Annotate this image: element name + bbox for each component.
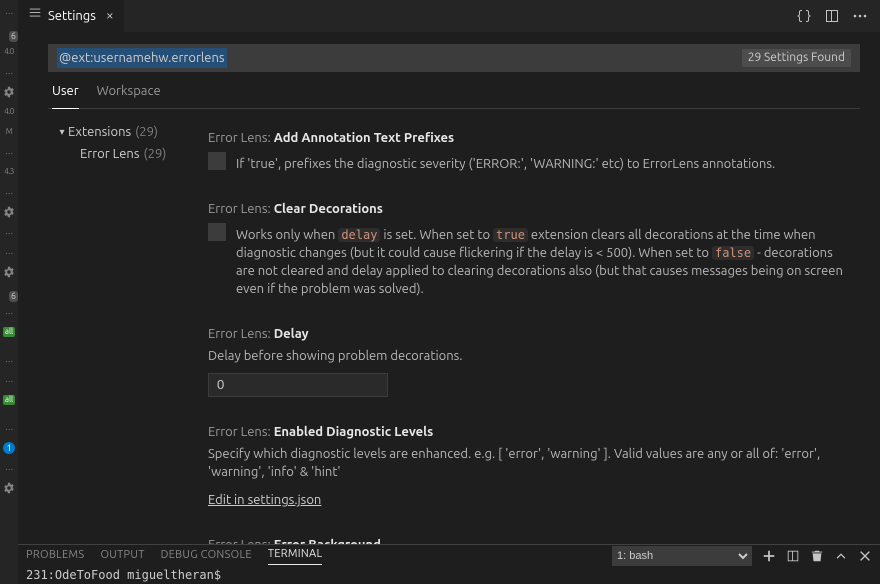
- gear-icon[interactable]: [0, 202, 18, 222]
- setting-item: Error Lens: Error Background: [208, 528, 850, 544]
- setting-item: Error Lens: Add Annotation Text Prefixes…: [208, 121, 850, 191]
- setting-title: Error Lens: Add Annotation Text Prefixes: [208, 129, 850, 147]
- setting-title: Error Lens: Clear Decorations: [208, 200, 850, 218]
- panel-tab-bar: Problems Output Debug Console Terminal 1…: [18, 545, 880, 567]
- terminal-prompt[interactable]: 231:OdeToFood migueltheran$: [18, 567, 880, 584]
- kill-terminal-icon[interactable]: [810, 549, 824, 563]
- chevron-down-icon: ▾: [56, 125, 68, 139]
- setting-item: Error Lens: Clear Decorations Works only…: [208, 192, 850, 317]
- activity-item[interactable]: …: [0, 350, 18, 370]
- checkbox[interactable]: [208, 223, 226, 241]
- setting-title: Error Lens: Enabled Diagnostic Levels: [208, 423, 850, 441]
- new-terminal-icon[interactable]: [762, 549, 776, 563]
- activity-item[interactable]: …: [0, 370, 18, 390]
- setting-title: Error Lens: Delay: [208, 325, 850, 343]
- tab-settings[interactable]: Settings ×: [18, 0, 124, 32]
- search-query: @ext:usernamehw.errorlens: [57, 48, 227, 68]
- checkbox[interactable]: [208, 152, 226, 170]
- activity-item[interactable]: …: [0, 62, 18, 82]
- panel-tab-terminal[interactable]: Terminal: [268, 547, 323, 565]
- activity-item[interactable]: 4.0: [0, 102, 18, 122]
- search-result-count: 29 Settings Found: [742, 49, 851, 68]
- setting-title: Error Lens: Error Background: [208, 536, 850, 544]
- terminal-selector[interactable]: 1: bash: [612, 546, 752, 566]
- tab-title: Settings: [48, 7, 96, 25]
- close-panel-icon[interactable]: [858, 549, 872, 563]
- settings-toc: ▾ Extensions (29) Error Lens (29): [48, 117, 208, 544]
- activity-item[interactable]: 1: [0, 438, 18, 458]
- bottom-panel: Problems Output Debug Console Terminal 1…: [18, 544, 880, 584]
- toc-label: Extensions: [68, 123, 131, 141]
- setting-description: Specify which diagnostic levels are enha…: [208, 445, 850, 481]
- toc-item-errorlens[interactable]: Error Lens (29): [56, 143, 208, 165]
- settings-editor: @ext:usernamehw.errorlens 29 Settings Fo…: [18, 32, 880, 544]
- activity-item[interactable]: …: [0, 182, 18, 202]
- close-icon[interactable]: ×: [106, 6, 114, 26]
- gear-icon[interactable]: [0, 82, 18, 102]
- toc-count: (29): [135, 123, 158, 141]
- activity-item[interactable]: …: [0, 2, 18, 22]
- activity-item-install[interactable]: all: [0, 322, 18, 342]
- panel-tab-problems[interactable]: Problems: [26, 548, 84, 563]
- setting-item: Error Lens: Delay Delay before showing p…: [208, 317, 850, 415]
- settings-search-input[interactable]: @ext:usernamehw.errorlens 29 Settings Fo…: [48, 44, 860, 72]
- setting-description: If 'true', prefixes the diagnostic sever…: [236, 155, 775, 173]
- setting-description: Delay before showing problem decorations…: [208, 347, 850, 365]
- scope-tabs: User Workspace: [48, 72, 860, 109]
- activity-item[interactable]: …: [0, 242, 18, 262]
- toc-count: (29): [144, 145, 167, 163]
- scope-tab-user[interactable]: User: [52, 82, 79, 109]
- activity-item[interactable]: 4.3: [0, 162, 18, 182]
- activity-item[interactable]: …: [0, 458, 18, 478]
- split-terminal-icon[interactable]: [786, 549, 800, 563]
- activity-item[interactable]: …: [0, 142, 18, 162]
- gear-icon[interactable]: [0, 262, 18, 282]
- split-editor-icon[interactable]: [824, 8, 840, 24]
- activity-item[interactable]: …: [0, 222, 18, 242]
- activity-item[interactable]: 6: [0, 22, 18, 42]
- panel-tab-debug[interactable]: Debug Console: [161, 548, 252, 563]
- toc-item-extensions[interactable]: ▾ Extensions (29): [56, 121, 208, 143]
- tab-bar: Settings ×: [18, 0, 880, 32]
- edit-in-settings-json-link[interactable]: Edit in settings.json: [208, 491, 321, 509]
- activity-item[interactable]: 6: [0, 282, 18, 302]
- settings-icon: [28, 6, 42, 25]
- delay-input[interactable]: [208, 373, 388, 397]
- activity-item[interactable]: …: [0, 418, 18, 438]
- chevron-up-icon[interactable]: [834, 549, 848, 563]
- more-icon[interactable]: [852, 8, 868, 24]
- activity-item-install[interactable]: all: [0, 390, 18, 410]
- gear-icon[interactable]: [0, 478, 18, 498]
- open-json-icon[interactable]: [796, 8, 812, 24]
- main-column: Settings × @ext:usernamehw.errorlens 29 …: [18, 0, 880, 584]
- setting-item: Error Lens: Enabled Diagnostic Levels Sp…: [208, 415, 850, 528]
- settings-list[interactable]: Error Lens: Add Annotation Text Prefixes…: [208, 117, 860, 544]
- panel-tab-output[interactable]: Output: [100, 548, 144, 563]
- scope-tab-workspace[interactable]: Workspace: [97, 82, 161, 108]
- activity-bar: … 6 4.0 … 4.0 M … 4.3 … … … 6 … all … … …: [0, 0, 18, 584]
- setting-description: Works only when delay is set. When set t…: [236, 226, 850, 299]
- activity-item[interactable]: …: [0, 302, 18, 322]
- toc-label: Error Lens: [80, 145, 140, 163]
- activity-item[interactable]: 4.0: [0, 42, 18, 62]
- activity-item[interactable]: M: [0, 122, 18, 142]
